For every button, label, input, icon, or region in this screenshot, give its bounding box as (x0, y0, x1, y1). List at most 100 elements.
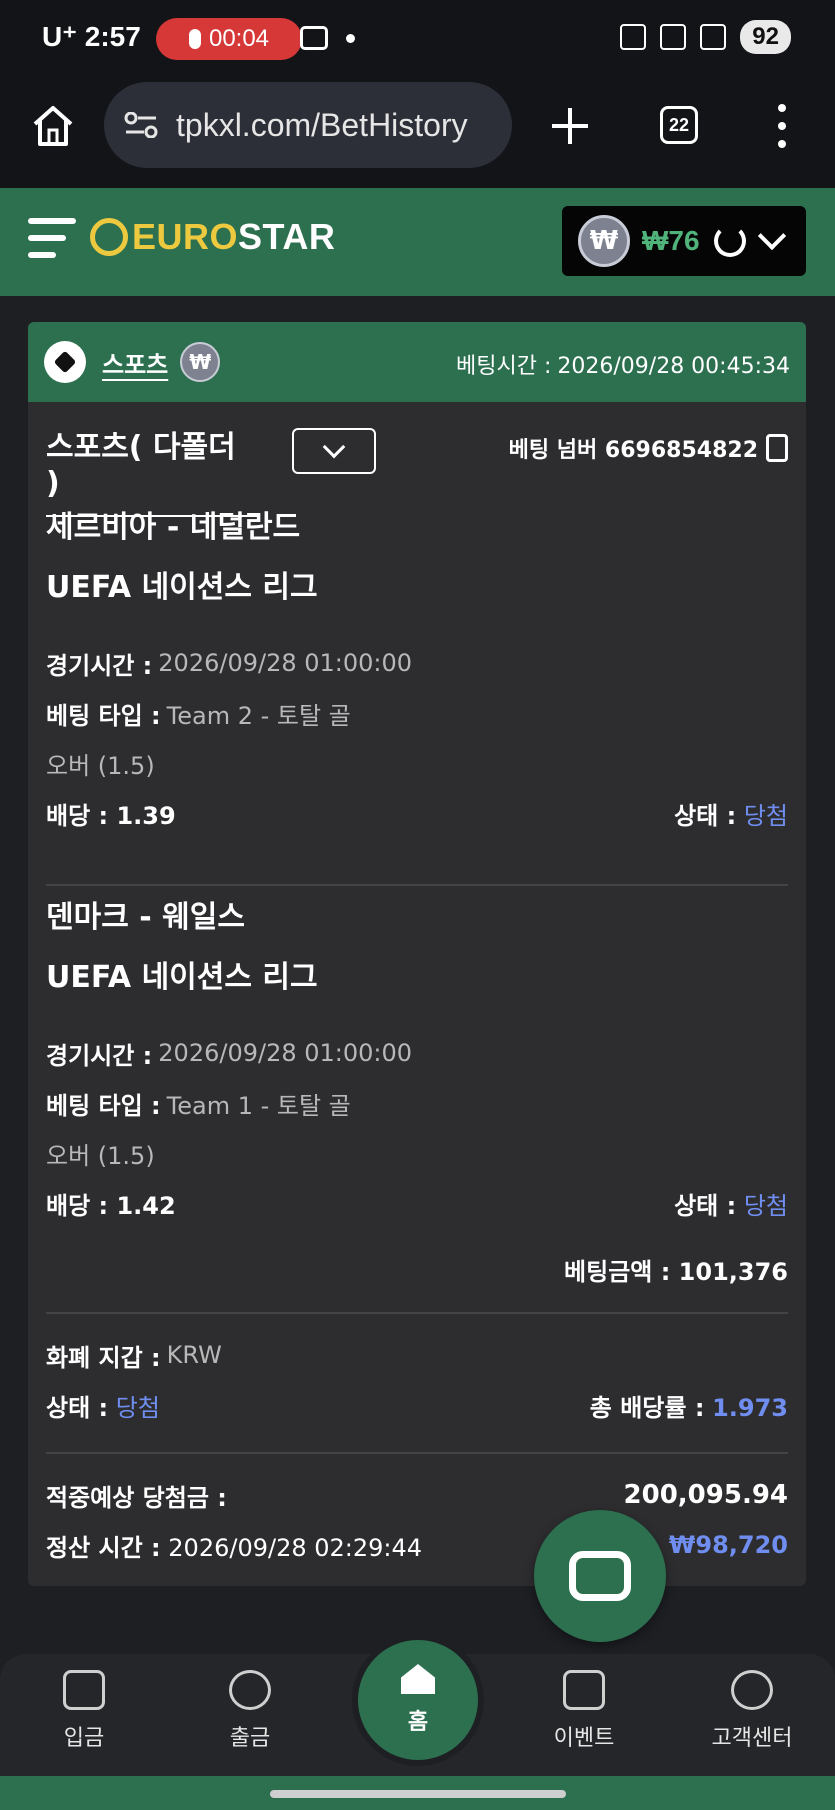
total-odds-label: 총 배당률 : (589, 1393, 705, 1422)
recording-time: 00:04 (208, 25, 270, 52)
settle-label: 정산 시간 : (46, 1533, 161, 1562)
signal-icon (700, 24, 727, 50)
wallet-label: 화폐 지갑 : (46, 1343, 161, 1372)
home-icon (401, 1664, 435, 1694)
nav-deposit[interactable]: 입금 (24, 1670, 144, 1752)
payout-summary: 적중예상 당첨금 : 200,095.94 정산 시간 : 2026/09/28… (46, 1470, 788, 1570)
match-time-label: 경기시간 : (46, 1041, 153, 1070)
bet-type-continued: 오버 (1.5) (46, 1128, 788, 1178)
status-label: 상태 : (674, 1191, 737, 1220)
soccer-ball-icon (44, 341, 86, 383)
expected-win-row: 적중예상 당첨금 : 200,095.94 (46, 1470, 788, 1520)
bet-selector-row: 스포츠( 다폴더 ) 베팅 넘버 6696854822 (46, 422, 788, 517)
nav-event[interactable]: 이벤트 (524, 1670, 644, 1752)
overall-status-label: 상태 : (46, 1393, 109, 1422)
bet-type-row: 베팅 타입 : Team 2 - 토탈 골 (46, 688, 788, 738)
bet-type-label: 베팅 타입 : (46, 1091, 161, 1120)
won-coin-icon: ₩ (578, 215, 630, 267)
wallet-value: KRW (166, 1341, 222, 1369)
bet-type-value-line2: 오버 (1.5) (46, 1141, 155, 1170)
match-item: 세르비아 - 네덜란드 UEFA 네이션스 리그 경기시간 : 2026/09/… (46, 502, 788, 838)
nav-support-label: 고객센터 (711, 1726, 793, 1751)
browser-home-icon[interactable] (32, 104, 74, 148)
wifi-icon (660, 24, 687, 50)
bet-number: 베팅 넘버 6696854822 (509, 432, 788, 464)
match-time-value: 2026/09/28 01:00:00 (158, 649, 413, 677)
nav-withdraw[interactable]: 출금 (190, 1670, 310, 1752)
chevron-down-icon[interactable] (757, 221, 786, 251)
battery-level: 92 (740, 20, 791, 54)
microphone-icon (188, 29, 201, 49)
expected-win-value: 200,095.94 (623, 1480, 788, 1510)
tab-switcher-button[interactable]: 22 (660, 106, 698, 144)
browser-menu-icon[interactable] (774, 104, 790, 148)
bet-time: 베팅시간 :2026/09/28 00:45:34 (456, 348, 790, 380)
chat-button[interactable] (534, 1510, 666, 1642)
chevron-down-icon (322, 435, 346, 459)
odds-status-row: 배당 : 1.39 상태 : 당첨 (46, 788, 788, 838)
site-settings-icon[interactable] (124, 112, 158, 138)
summary-status-row: 상태 : 당첨 총 배당률 : 1.973 (46, 1380, 788, 1430)
copy-icon[interactable] (766, 434, 788, 462)
refresh-icon[interactable] (713, 225, 746, 257)
site-logo[interactable]: EUROSTAR (90, 216, 335, 258)
browser-toolbar: tpkxl.com/BetHistory 22 (0, 80, 835, 188)
url-text[interactable]: tpkxl.com/BetHistory (176, 107, 496, 144)
nav-withdraw-label: 출금 (229, 1726, 271, 1751)
logo-mark-icon (90, 218, 128, 256)
bet-type-continued: 오버 (1.5) (46, 738, 788, 788)
bet-time-value: 2026/09/28 00:45:34 (557, 354, 790, 379)
status-badge: 당첨 (743, 1191, 788, 1220)
bet-type-value-line2: 오버 (1.5) (46, 751, 155, 780)
match-time-row: 경기시간 : 2026/09/28 01:00:00 (46, 638, 788, 688)
expected-win-label: 적중예상 당첨금 : (46, 1483, 227, 1512)
settle-time: 2026/09/28 02:29:44 (168, 1533, 423, 1562)
match-teams: 세르비아 - 네덜란드 (46, 510, 301, 545)
recording-indicator: 00:04 (156, 18, 302, 60)
nav-deposit-label: 입금 (63, 1726, 105, 1751)
match-time-label: 경기시간 : (46, 651, 153, 680)
match-teams: 덴마크 - 웨일스 (46, 900, 245, 935)
deposit-icon (63, 1670, 105, 1710)
screen-capture-icon (300, 26, 328, 50)
match-time-row: 경기시간 : 2026/09/28 01:00:00 (46, 1028, 788, 1078)
divider (46, 1312, 788, 1314)
odds-value: 배당 : 1.39 (46, 801, 176, 830)
new-tab-icon[interactable] (548, 104, 592, 148)
site-header: EUROSTAR ₩ ₩76 (0, 188, 835, 296)
settle-row: 정산 시간 : 2026/09/28 02:29:44 ₩98,720 (46, 1520, 788, 1570)
logo-text-star: STAR (238, 216, 336, 257)
carrier-time: U⁺ 2:57 (42, 21, 141, 52)
divider (46, 1452, 788, 1454)
category-title[interactable]: 스포츠 (102, 345, 168, 380)
balance-amount: ₩76 (642, 225, 700, 256)
withdraw-icon (229, 1670, 271, 1710)
odds-value: 배당 : 1.42 (46, 1191, 176, 1220)
status-badge: 당첨 (743, 801, 788, 830)
balance-box[interactable]: ₩ ₩76 (562, 206, 806, 276)
bet-type-value: Team 1 - 토탈 골 (166, 1091, 351, 1120)
expand-button[interactable] (292, 428, 376, 474)
match-league: UEFA 네이션스 리그 (46, 960, 318, 995)
card-header: 스포츠 ₩ 베팅시간 :2026/09/28 00:45:34 (28, 322, 806, 402)
notification-dot-icon (346, 34, 355, 43)
bet-type-value: Team 2 - 토탈 골 (166, 701, 351, 730)
nav-event-label: 이벤트 (553, 1726, 615, 1751)
divider (46, 884, 788, 886)
match-time-value: 2026/09/28 01:00:00 (158, 1039, 413, 1067)
bet-amount: 베팅금액 : 101,376 (564, 1258, 788, 1286)
bet-history-card: 스포츠 ₩ 베팅시간 :2026/09/28 00:45:34 스포츠( 다폴더… (28, 322, 806, 1586)
odds-status-row: 배당 : 1.42 상태 : 당첨 (46, 1178, 788, 1228)
match-league: UEFA 네이션스 리그 (46, 570, 318, 605)
logo-text-euro: EURO (132, 216, 239, 257)
nav-home-button[interactable]: 홈 (352, 1634, 484, 1766)
settle-amount: ₩98,720 (668, 1531, 788, 1559)
won-coin-icon: ₩ (180, 342, 221, 382)
gesture-bar[interactable] (270, 1790, 566, 1798)
status-bar: U⁺ 2:57 00:04 92 (0, 0, 835, 80)
hamburger-menu-icon[interactable] (28, 218, 76, 264)
support-24-icon (731, 1670, 773, 1710)
url-bar[interactable]: tpkxl.com/BetHistory (104, 82, 512, 168)
nav-support[interactable]: 고객센터 (692, 1670, 812, 1752)
bet-time-label: 베팅시간 : (456, 354, 552, 379)
